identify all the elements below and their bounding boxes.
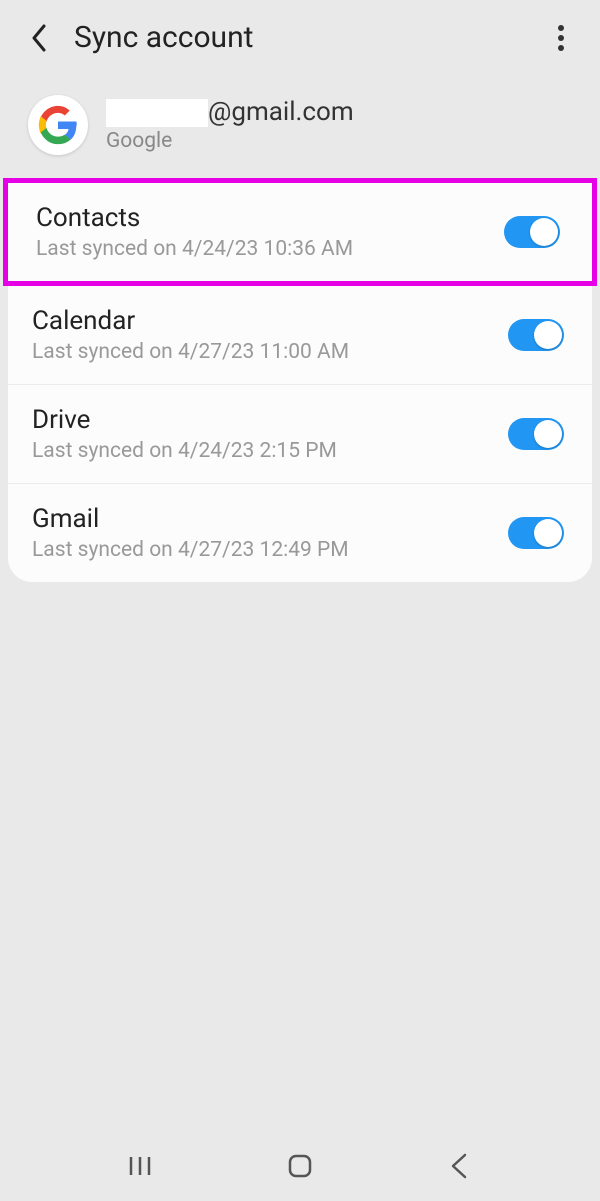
sync-item-name: Contacts — [36, 203, 353, 233]
toggle-switch[interactable] — [508, 517, 564, 549]
sync-item-detail: Last synced on 4/27/23 12:49 PM — [32, 538, 349, 562]
sync-item-name: Calendar — [32, 306, 349, 336]
sync-item-detail: Last synced on 4/24/23 2:15 PM — [32, 439, 337, 463]
sync-item-contacts[interactable]: Contacts Last synced on 4/24/23 10:36 AM — [3, 178, 597, 286]
account-provider: Google — [106, 129, 354, 153]
toggle-switch[interactable] — [504, 216, 560, 248]
sync-item-name: Drive — [32, 405, 337, 435]
app-header: Sync account — [0, 0, 600, 75]
sync-item-name: Gmail — [32, 504, 349, 534]
account-header[interactable]: @gmail.com Google — [0, 75, 600, 183]
back-icon[interactable] — [24, 23, 54, 53]
sync-item-drive[interactable]: Drive Last synced on 4/24/23 2:15 PM — [8, 385, 592, 484]
google-logo-icon — [28, 95, 88, 155]
more-icon[interactable] — [546, 23, 576, 53]
back-button[interactable] — [440, 1146, 480, 1186]
sync-item-calendar[interactable]: Calendar Last synced on 4/27/23 11:00 AM — [8, 286, 592, 385]
sync-item-gmail[interactable]: Gmail Last synced on 4/27/23 12:49 PM — [8, 484, 592, 582]
sync-list: Contacts Last synced on 4/24/23 10:36 AM… — [8, 178, 592, 582]
recents-button[interactable] — [120, 1146, 160, 1186]
account-email: @gmail.com — [106, 97, 354, 127]
home-button[interactable] — [280, 1146, 320, 1186]
navigation-bar — [0, 1131, 600, 1201]
toggle-switch[interactable] — [508, 418, 564, 450]
sync-item-detail: Last synced on 4/24/23 10:36 AM — [36, 237, 353, 261]
toggle-switch[interactable] — [508, 319, 564, 351]
account-info: @gmail.com Google — [106, 97, 354, 153]
sync-item-detail: Last synced on 4/27/23 11:00 AM — [32, 340, 349, 364]
page-title: Sync account — [74, 20, 546, 55]
